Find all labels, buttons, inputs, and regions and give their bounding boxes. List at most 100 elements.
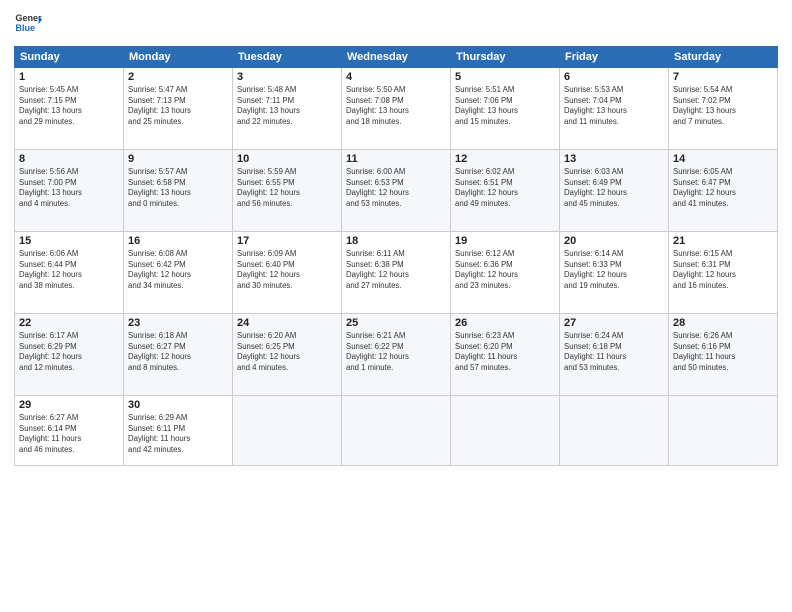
calendar-cell: 15 Sunrise: 6:06 AM Sunset: 6:44 PM Dayli… [15,232,124,314]
day-number: 26 [455,317,555,329]
day-number: 14 [673,153,773,165]
svg-text:General: General [15,13,42,23]
day-info: Sunrise: 6:08 AM Sunset: 6:42 PM Dayligh… [128,249,228,291]
page: General Blue SundayMondayTuesdayWednesda… [0,0,792,612]
day-number: 29 [19,399,119,411]
calendar-cell: 24 Sunrise: 6:20 AM Sunset: 6:25 PM Dayli… [233,314,342,396]
day-number: 23 [128,317,228,329]
calendar-week-1: 1 Sunrise: 5:45 AM Sunset: 7:15 PM Daylig… [15,68,778,150]
day-info: Sunrise: 6:20 AM Sunset: 6:25 PM Dayligh… [237,331,337,373]
day-number: 5 [455,71,555,83]
weekday-header-monday: Monday [124,47,233,68]
day-info: Sunrise: 5:47 AM Sunset: 7:13 PM Dayligh… [128,85,228,127]
day-number: 15 [19,235,119,247]
day-number: 9 [128,153,228,165]
day-info: Sunrise: 6:15 AM Sunset: 6:31 PM Dayligh… [673,249,773,291]
day-info: Sunrise: 6:05 AM Sunset: 6:47 PM Dayligh… [673,167,773,209]
logo: General Blue [14,10,46,38]
day-number: 11 [346,153,446,165]
calendar-cell: 13Sunrise: 6:03 AM Sunset: 6:49 PM Dayli… [560,150,669,232]
day-number: 25 [346,317,446,329]
calendar-cell: 8 Sunrise: 5:56 AM Sunset: 7:00 PM Daylig… [15,150,124,232]
calendar-cell: 6 Sunrise: 5:53 AM Sunset: 7:04 PM Daylig… [560,68,669,150]
calendar-cell: 3 Sunrise: 5:48 AM Sunset: 7:11 PM Daylig… [233,68,342,150]
header: General Blue [14,10,778,38]
calendar-cell: 7 Sunrise: 5:54 AM Sunset: 7:02 PM Daylig… [669,68,778,150]
calendar-week-5: 29 Sunrise: 6:27 AM Sunset: 6:14 PM Dayli… [15,396,778,466]
day-number: 16 [128,235,228,247]
calendar-cell: 5 Sunrise: 5:51 AM Sunset: 7:06 PM Daylig… [451,68,560,150]
calendar-cell: 29 Sunrise: 6:27 AM Sunset: 6:14 PM Dayli… [15,396,124,466]
calendar-cell: 16 Sunrise: 6:08 AM Sunset: 6:42 PM Dayli… [124,232,233,314]
day-info: Sunrise: 6:12 AM Sunset: 6:36 PM Dayligh… [455,249,555,291]
calendar-cell: 9 Sunrise: 5:57 AM Sunset: 6:58 PM Daylig… [124,150,233,232]
day-info: Sunrise: 6:18 AM Sunset: 6:27 PM Dayligh… [128,331,228,373]
day-info: Sunrise: 6:17 AM Sunset: 6:29 PM Dayligh… [19,331,119,373]
day-info: Sunrise: 6:02 AM Sunset: 6:51 PM Dayligh… [455,167,555,209]
day-info: Sunrise: 5:56 AM Sunset: 7:00 PM Dayligh… [19,167,119,209]
day-number: 2 [128,71,228,83]
day-number: 27 [564,317,664,329]
day-number: 24 [237,317,337,329]
day-number: 10 [237,153,337,165]
calendar-cell: 30 Sunrise: 6:29 AM Sunset: 6:11 PM Dayli… [124,396,233,466]
calendar-cell: 12Sunrise: 6:02 AM Sunset: 6:51 PM Dayli… [451,150,560,232]
day-info: Sunrise: 6:24 AM Sunset: 6:18 PM Dayligh… [564,331,664,373]
day-info: Sunrise: 5:59 AM Sunset: 6:55 PM Dayligh… [237,167,337,209]
calendar-cell [342,396,451,466]
day-info: Sunrise: 5:45 AM Sunset: 7:15 PM Dayligh… [19,85,119,127]
day-number: 8 [19,153,119,165]
calendar-cell [560,396,669,466]
day-number: 28 [673,317,773,329]
logo-icon: General Blue [14,10,42,38]
day-number: 17 [237,235,337,247]
calendar-week-4: 22 Sunrise: 6:17 AM Sunset: 6:29 PM Dayli… [15,314,778,396]
day-info: Sunrise: 6:29 AM Sunset: 6:11 PM Dayligh… [128,413,228,455]
day-number: 18 [346,235,446,247]
day-info: Sunrise: 5:57 AM Sunset: 6:58 PM Dayligh… [128,167,228,209]
day-info: Sunrise: 6:09 AM Sunset: 6:40 PM Dayligh… [237,249,337,291]
calendar-cell: 21Sunrise: 6:15 AM Sunset: 6:31 PM Dayli… [669,232,778,314]
day-info: Sunrise: 6:27 AM Sunset: 6:14 PM Dayligh… [19,413,119,455]
day-number: 4 [346,71,446,83]
calendar-cell: 4 Sunrise: 5:50 AM Sunset: 7:08 PM Daylig… [342,68,451,150]
calendar-cell: 22 Sunrise: 6:17 AM Sunset: 6:29 PM Dayli… [15,314,124,396]
day-info: Sunrise: 6:14 AM Sunset: 6:33 PM Dayligh… [564,249,664,291]
day-info: Sunrise: 5:48 AM Sunset: 7:11 PM Dayligh… [237,85,337,127]
day-number: 19 [455,235,555,247]
day-info: Sunrise: 6:03 AM Sunset: 6:49 PM Dayligh… [564,167,664,209]
weekday-header-tuesday: Tuesday [233,47,342,68]
day-number: 20 [564,235,664,247]
calendar-cell [669,396,778,466]
day-number: 30 [128,399,228,411]
weekday-header-thursday: Thursday [451,47,560,68]
day-info: Sunrise: 6:06 AM Sunset: 6:44 PM Dayligh… [19,249,119,291]
day-info: Sunrise: 5:50 AM Sunset: 7:08 PM Dayligh… [346,85,446,127]
day-number: 6 [564,71,664,83]
calendar-cell [451,396,560,466]
day-info: Sunrise: 6:11 AM Sunset: 6:38 PM Dayligh… [346,249,446,291]
calendar-cell: 20 Sunrise: 6:14 AM Sunset: 6:33 PM Dayli… [560,232,669,314]
calendar-table: SundayMondayTuesdayWednesdayThursdayFrid… [14,46,778,466]
calendar-week-3: 15 Sunrise: 6:06 AM Sunset: 6:44 PM Dayli… [15,232,778,314]
calendar-cell: 1 Sunrise: 5:45 AM Sunset: 7:15 PM Daylig… [15,68,124,150]
calendar-cell: 14 Sunrise: 6:05 AM Sunset: 6:47 PM Dayli… [669,150,778,232]
weekday-header-row: SundayMondayTuesdayWednesdayThursdayFrid… [15,47,778,68]
weekday-header-sunday: Sunday [15,47,124,68]
calendar-cell: 25Sunrise: 6:21 AM Sunset: 6:22 PM Dayli… [342,314,451,396]
calendar-cell: 17 Sunrise: 6:09 AM Sunset: 6:40 PM Dayli… [233,232,342,314]
day-info: Sunrise: 5:54 AM Sunset: 7:02 PM Dayligh… [673,85,773,127]
day-number: 1 [19,71,119,83]
day-number: 22 [19,317,119,329]
day-info: Sunrise: 5:51 AM Sunset: 7:06 PM Dayligh… [455,85,555,127]
calendar-cell: 23 Sunrise: 6:18 AM Sunset: 6:27 PM Dayli… [124,314,233,396]
weekday-header-wednesday: Wednesday [342,47,451,68]
calendar-cell [233,396,342,466]
calendar-cell: 10 Sunrise: 5:59 AM Sunset: 6:55 PM Dayli… [233,150,342,232]
calendar-cell: 27 Sunrise: 6:24 AM Sunset: 6:18 PM Dayli… [560,314,669,396]
day-info: Sunrise: 6:00 AM Sunset: 6:53 PM Dayligh… [346,167,446,209]
day-number: 7 [673,71,773,83]
day-info: Sunrise: 5:53 AM Sunset: 7:04 PM Dayligh… [564,85,664,127]
day-number: 3 [237,71,337,83]
day-info: Sunrise: 6:26 AM Sunset: 6:16 PM Dayligh… [673,331,773,373]
